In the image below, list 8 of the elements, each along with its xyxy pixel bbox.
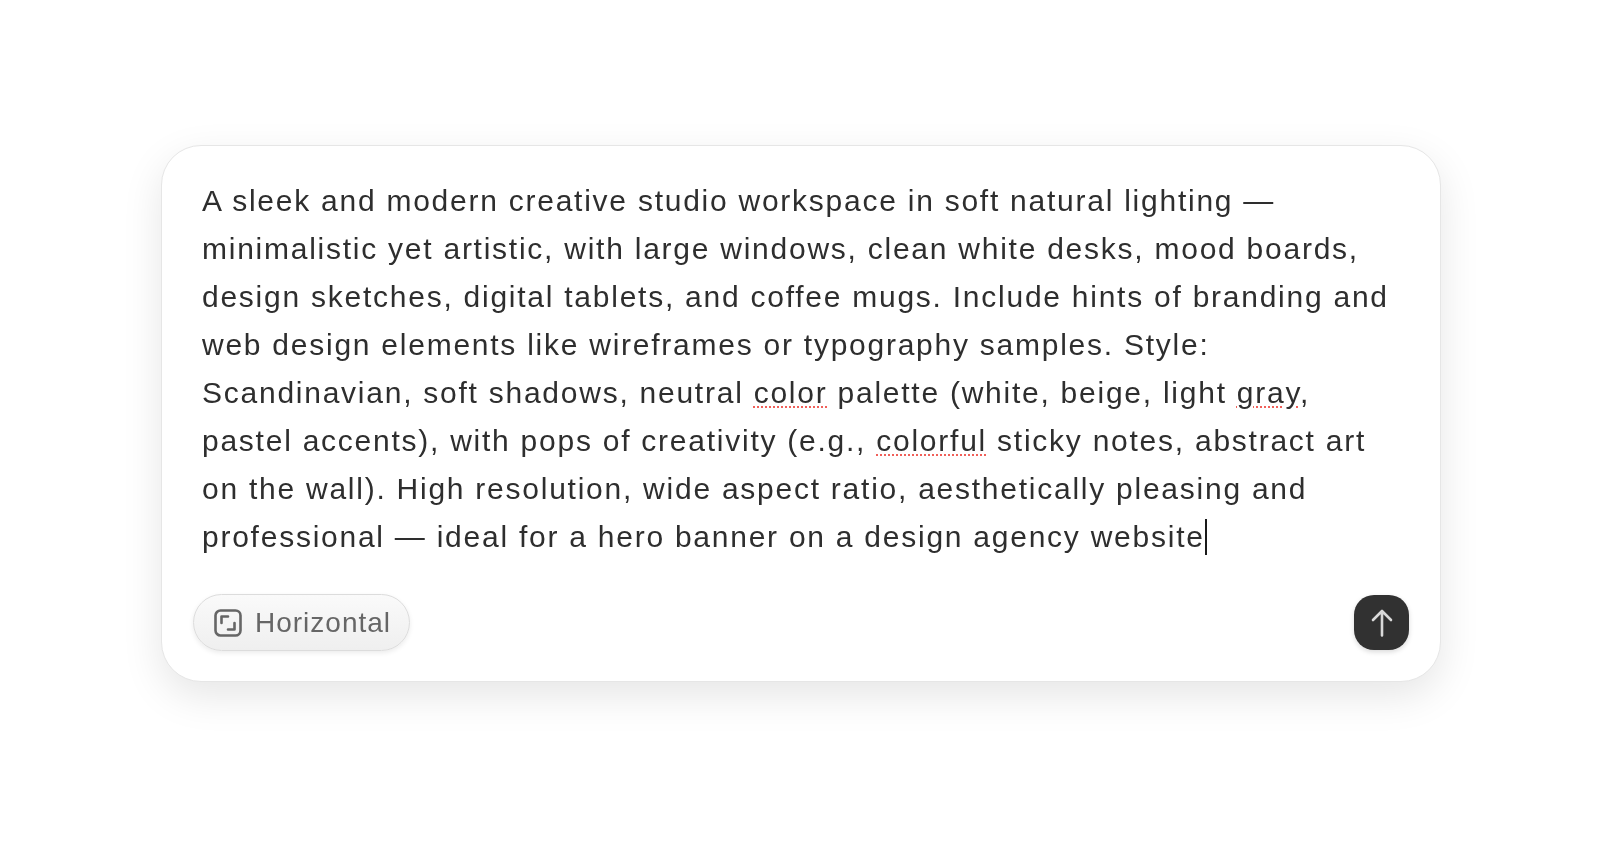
misspelled-word: color [753,376,828,409]
send-button[interactable] [1354,595,1409,650]
prompt-input[interactable]: A sleek and modern creative studio workspace in soft natural lighting — minimalistic yet artistic, with large windows, clean white desks, mood boards, design sketches, digital tablets, and coffee mugs. Include hints of branding and web design elements like wireframes or typography samples. Style: Scandinavian, soft shadows, neutral color palette (white, beige, light gray, pastel accents), with pops of creativity (e.g., colorful sticky notes, abstract art on the wall). High resolution, wide aspect ratio, aesthetically pleasing and professional — ideal for a hero banner on a design agency website [202,177,1406,561]
frame-corners-icon [214,608,242,637]
aspect-ratio-button[interactable]: Horizontal [193,594,411,651]
arrow-up-icon [1370,608,1393,637]
misspelled-word: gray [1236,376,1300,409]
misspelled-word: colorful [876,424,987,457]
